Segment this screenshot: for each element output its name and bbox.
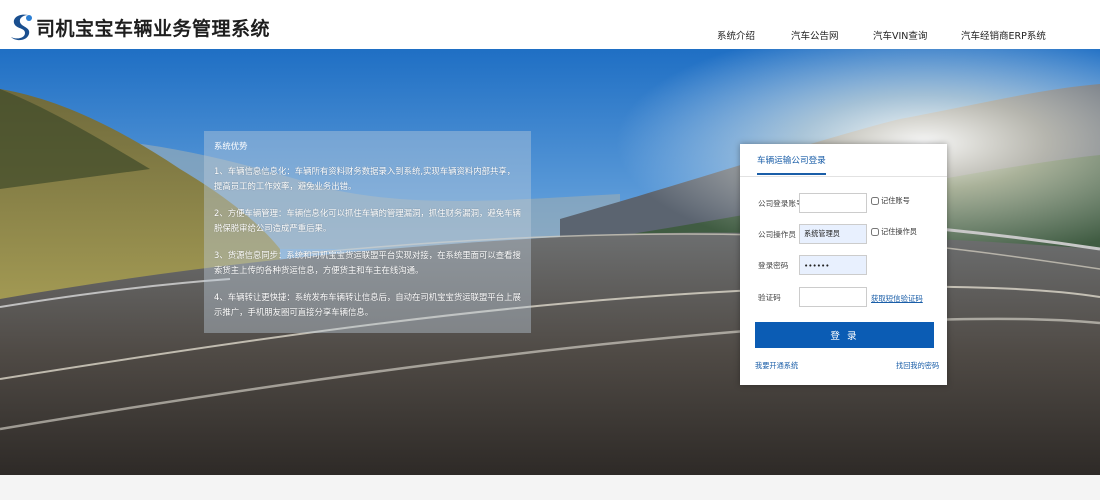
advantage-item: 3、货源信息同步：系统和司机宝宝货运联盟平台实现对接，在系统里面可以查看搜索货主…: [214, 250, 521, 275]
nav-vin-query[interactable]: 汽车VIN查询: [873, 28, 927, 42]
login-tabs: 车辆运输公司登录: [740, 144, 947, 177]
top-header: 司机宝宝车辆业务管理系统 系统介绍 汽车公告网 汽车VIN查询 汽车经销商ERP…: [0, 0, 1100, 49]
advantages-panel: 系统优势 1、车辆信息信息化：车辆所有资料财务数据录入到系统,实现车辆资料内部共…: [204, 131, 531, 333]
captcha-label: 验证码: [758, 293, 781, 302]
tab-transport-company-login[interactable]: 车辆运输公司登录: [757, 154, 826, 175]
forgot-password-link[interactable]: 找回我的密码: [896, 361, 939, 371]
account-row: 公司登录账号 记住账号: [740, 193, 947, 215]
nav-system-intro[interactable]: 系统介绍: [717, 28, 755, 42]
remember-account-checkbox[interactable]: [871, 197, 879, 205]
nav-vehicle-announcement[interactable]: 汽车公告网: [791, 28, 839, 42]
operator-row: 公司操作员 记住操作员: [740, 224, 947, 246]
advantage-item: 2、方便车辆管理：车辆信息化可以抓住车辆的管理漏洞，抓住财务漏洞，避免车辆脱保脱…: [214, 208, 521, 233]
account-input[interactable]: [799, 193, 867, 213]
remember-operator-checkbox[interactable]: [871, 228, 879, 236]
operator-input[interactable]: [799, 224, 867, 244]
page-footer: [0, 475, 1100, 500]
remember-operator-option[interactable]: 记住操作员: [871, 227, 917, 237]
login-panel: 车辆运输公司登录 公司登录账号 记住账号 公司操作员 记住操作员 登录密码 验证…: [740, 144, 947, 385]
advantages-heading: 系统优势: [214, 141, 248, 151]
captcha-input[interactable]: [799, 287, 867, 307]
advantage-item: 4、车辆转让更快捷：系统发布车辆转让信息后，自动在司机宝宝货运联盟平台上展示推广…: [214, 292, 521, 317]
get-sms-code-link[interactable]: 获取短信验证码: [871, 293, 923, 304]
advantage-item: 1、车辆信息信息化：车辆所有资料财务数据录入到系统,实现车辆资料内部共享，提高员…: [214, 166, 516, 191]
password-label: 登录密码: [758, 261, 789, 270]
remember-account-option[interactable]: 记住账号: [871, 196, 910, 206]
nav-dealer-erp[interactable]: 汽车经销商ERP系统: [961, 28, 1046, 42]
remember-operator-label: 记住操作员: [881, 227, 917, 236]
captcha-row: 验证码 获取短信验证码: [740, 287, 947, 309]
password-input[interactable]: [799, 255, 867, 275]
account-label: 公司登录账号: [758, 199, 804, 208]
hero-banner: 系统优势 1、车辆信息信息化：车辆所有资料财务数据录入到系统,实现车辆资料内部共…: [0, 49, 1100, 475]
remember-account-label: 记住账号: [881, 196, 910, 205]
password-row: 登录密码: [740, 255, 947, 277]
operator-label: 公司操作员: [758, 230, 796, 239]
login-button[interactable]: 登 录: [755, 322, 934, 348]
top-nav: 系统介绍 汽车公告网 汽车VIN查询 汽车经销商ERP系统: [0, 0, 1100, 49]
open-system-link[interactable]: 我要开通系统: [755, 361, 798, 371]
